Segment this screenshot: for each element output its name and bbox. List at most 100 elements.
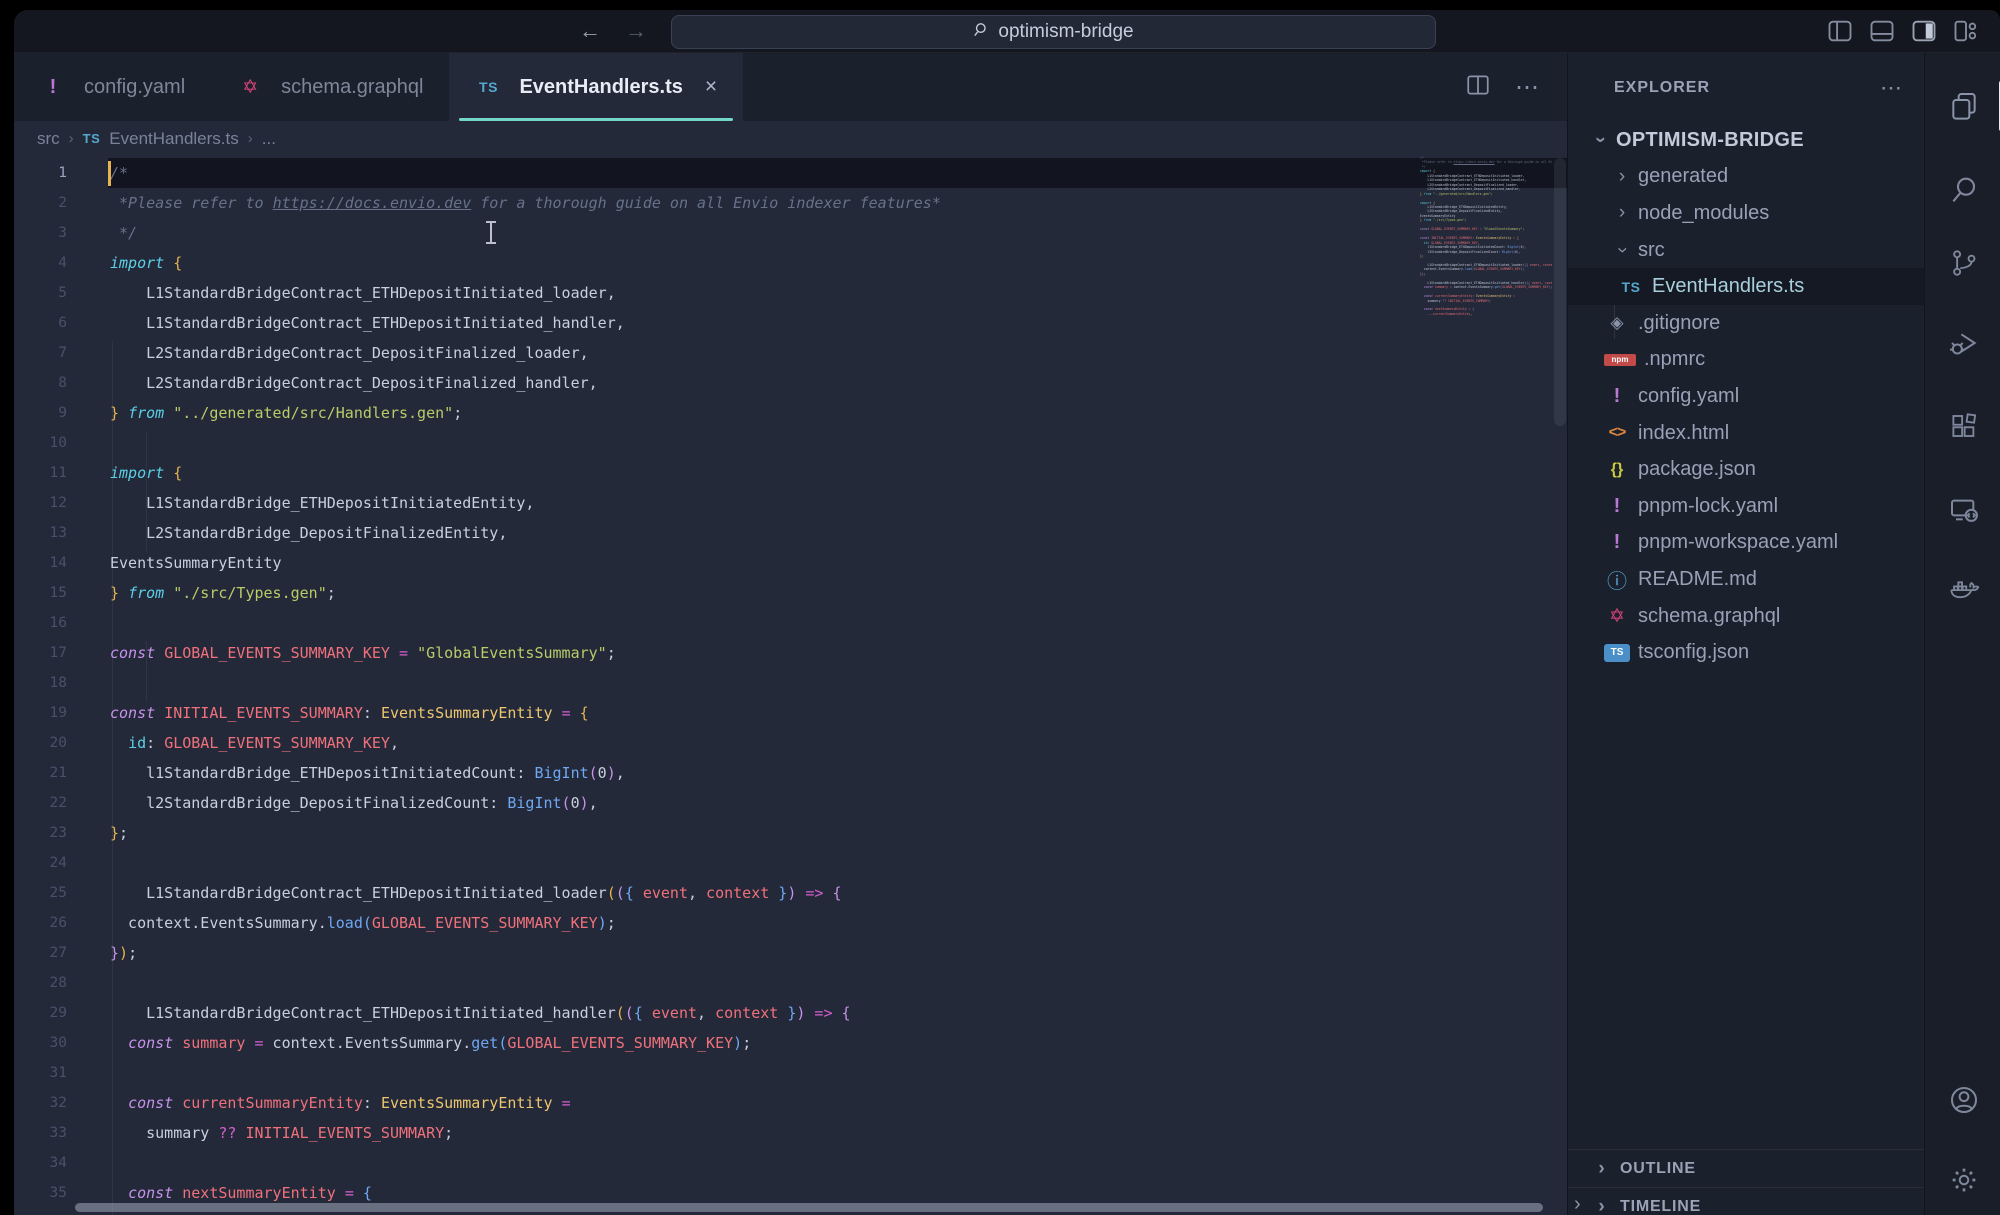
explorer-title: EXPLORER <box>1614 79 1710 97</box>
settings-icon[interactable] <box>1925 1160 2000 1200</box>
docker-icon[interactable] <box>1925 568 2000 608</box>
breadcrumb-separator-icon: › <box>248 130 253 147</box>
sidebar-item-src[interactable]: ›src <box>1568 232 1924 269</box>
tab-EventHandlers.ts[interactable]: TSEventHandlers.ts× <box>449 53 743 121</box>
line-number: 17 <box>14 638 67 668</box>
sidebar-item-config.yaml[interactable]: !config.yaml <box>1568 378 1924 415</box>
line-content: import { <box>110 248 182 278</box>
nav-back-button[interactable]: ← <box>573 14 607 48</box>
code-line-24[interactable]: 24 <box>14 848 1567 878</box>
code-line-2[interactable]: 2 *Please refer to https://docs.envio.de… <box>14 188 1567 218</box>
account-icon[interactable] <box>1925 1080 2000 1120</box>
code-line-5[interactable]: 5 L1StandardBridgeContract_ETHDepositIni… <box>14 278 1567 308</box>
code-line-20[interactable]: 20 id: GLOBAL_EVENTS_SUMMARY_KEY, <box>14 728 1567 758</box>
code-line-28[interactable]: 28 <box>14 968 1567 998</box>
code-line-33[interactable]: 33 summary ?? INITIAL_EVENTS_SUMMARY; <box>14 1118 1567 1148</box>
nav-forward-button[interactable]: → <box>619 14 653 48</box>
remote-explorer-icon[interactable] <box>1925 490 2000 530</box>
split-editor-icon[interactable] <box>1465 72 1491 103</box>
code-line-1[interactable]: 1/* <box>14 158 1567 188</box>
code-line-29[interactable]: 29 L1StandardBridgeContract_ETHDepositIn… <box>14 998 1567 1028</box>
code-line-19[interactable]: 19const INITIAL_EVENTS_SUMMARY: EventsSu… <box>14 698 1567 728</box>
code-line-21[interactable]: 21 l1StandardBridge_ETHDepositInitiatedC… <box>14 758 1567 788</box>
layout-sidebar-left-icon[interactable] <box>1826 17 1854 45</box>
layout-panel-icon[interactable] <box>1868 17 1896 45</box>
tab-config.yaml[interactable]: !config.yaml <box>14 53 211 121</box>
customize-layout-icon[interactable] <box>1952 17 1980 45</box>
horizontal-scrollbar[interactable] <box>75 1203 1543 1212</box>
code-line-11[interactable]: 11import { <box>14 458 1567 488</box>
code-editor[interactable]: 1/*2 *Please refer to https://docs.envio… <box>14 156 1567 1215</box>
search-value: optimism-bridge <box>998 21 1133 43</box>
sidebar-item-EventHandlers.ts[interactable]: TSEventHandlers.ts <box>1568 268 1924 305</box>
extensions-icon[interactable] <box>1925 406 2000 446</box>
sidebar-item-.npmrc[interactable]: npm .npmrc <box>1568 342 1924 379</box>
code-line-3[interactable]: 3 */ <box>14 218 1567 248</box>
breadcrumb-item[interactable]: src <box>37 129 60 149</box>
tab-schema.graphql[interactable]: ✡schema.graphql <box>211 53 449 121</box>
code-line-7[interactable]: 7 L2StandardBridgeContract_DepositFinali… <box>14 338 1567 368</box>
code-line-17[interactable]: 17const GLOBAL_EVENTS_SUMMARY_KEY = "Glo… <box>14 638 1567 668</box>
code-line-34[interactable]: 34 <box>14 1148 1567 1178</box>
code-line-30[interactable]: 30 const summary = context.EventsSummary… <box>14 1028 1567 1058</box>
code-line-18[interactable]: 18 <box>14 668 1567 698</box>
search-icon <box>973 21 990 44</box>
sidebar-item-OPTIMISM-BRIDGE[interactable]: ›OPTIMISM-BRIDGE <box>1568 122 1924 159</box>
code-line-14[interactable]: 14EventsSummaryEntity <box>14 548 1567 578</box>
section-outline[interactable]: ›OUTLINE <box>1568 1149 1924 1187</box>
line-number: 6 <box>14 308 67 338</box>
explorer-more-icon[interactable]: ⋯ <box>1880 75 1904 101</box>
code-line-31[interactable]: 31 <box>14 1058 1567 1088</box>
code-line-6[interactable]: 6 L1StandardBridgeContract_ETHDepositIni… <box>14 308 1567 338</box>
line-number: 10 <box>14 428 67 458</box>
source-control-icon[interactable] <box>1925 243 2000 283</box>
sidebar-item-node_modules[interactable]: ›node_modules <box>1568 195 1924 232</box>
code-line-32[interactable]: 32 const currentSummaryEntity: EventsSum… <box>14 1088 1567 1118</box>
sidebar-item-package.json[interactable]: {}package.json <box>1568 451 1924 488</box>
code-line-16[interactable]: 16 <box>14 608 1567 638</box>
sidebar-item-index.html[interactable]: <>index.html <box>1568 415 1924 452</box>
explorer-icon[interactable] <box>1925 86 2000 126</box>
item-label: src <box>1638 239 1665 262</box>
sidebar-item-schema.graphql[interactable]: ✡schema.graphql <box>1568 598 1924 635</box>
code-line-26[interactable]: 26 context.EventsSummary.load(GLOBAL_EVE… <box>14 908 1567 938</box>
sidebar-item-pnpm-lock.yaml[interactable]: !pnpm-lock.yaml <box>1568 488 1924 525</box>
more-actions-icon[interactable]: ⋯ <box>1515 73 1541 102</box>
sidebar-item-pnpm-workspace.yaml[interactable]: !pnpm-workspace.yaml <box>1568 525 1924 562</box>
sidebar-item-.gitignore[interactable]: ◈.gitignore <box>1568 305 1924 342</box>
breadcrumb[interactable]: src›TSEventHandlers.ts›... <box>14 121 1567 156</box>
line-number: 7 <box>14 338 67 368</box>
chevron-down-icon: › <box>1611 240 1633 260</box>
breadcrumb-item[interactable]: ... <box>262 129 276 149</box>
code-line-8[interactable]: 8 L2StandardBridgeContract_DepositFinali… <box>14 368 1567 398</box>
command-center-search[interactable]: optimism-bridge <box>671 15 1436 49</box>
code-line-22[interactable]: 22 l2StandardBridge_DepositFinalizedCoun… <box>14 788 1567 818</box>
line-number: 18 <box>14 668 67 698</box>
code-line-27[interactable]: 27}); <box>14 938 1567 968</box>
sidebar-item-tsconfig.json[interactable]: TStsconfig.json <box>1568 634 1924 671</box>
run-debug-icon[interactable] <box>1925 323 2000 363</box>
breadcrumb-item[interactable]: EventHandlers.ts <box>109 129 238 149</box>
vertical-scrollbar[interactable] <box>1554 158 1566 426</box>
close-tab-icon[interactable]: × <box>705 75 717 99</box>
ts-file-icon: TS <box>475 79 501 95</box>
section-timeline[interactable]: ›TIMELINE <box>1568 1187 1924 1215</box>
minimap[interactable]: /* *Please refer to https://docs.envio.d… <box>1420 156 1552 1215</box>
item-label: EventHandlers.ts <box>1652 275 1804 298</box>
code-line-15[interactable]: 15} from "./src/Types.gen"; <box>14 578 1567 608</box>
code-line-12[interactable]: 12 L1StandardBridge_ETHDepositInitiatedE… <box>14 488 1567 518</box>
line-number: 20 <box>14 728 67 758</box>
code-line-23[interactable]: 23}; <box>14 818 1567 848</box>
code-line-9[interactable]: 9} from "../generated/src/Handlers.gen"; <box>14 398 1567 428</box>
search-icon[interactable] <box>1925 170 2000 210</box>
layout-sidebar-right-icon[interactable] <box>1910 17 1938 45</box>
item-label: .npmrc <box>1644 348 1705 371</box>
code-line-4[interactable]: 4import { <box>14 248 1567 278</box>
sidebar-item-README.md[interactable]: ⓘREADME.md <box>1568 561 1924 598</box>
npm-file-icon: npm <box>1604 354 1636 366</box>
code-line-10[interactable]: 10 <box>14 428 1567 458</box>
sidebar-item-generated[interactable]: ›generated <box>1568 159 1924 196</box>
line-content: L1StandardBridgeContract_ETHDepositIniti… <box>110 278 616 308</box>
code-line-25[interactable]: 25 L1StandardBridgeContract_ETHDepositIn… <box>14 878 1567 908</box>
code-line-13[interactable]: 13 L2StandardBridge_DepositFinalizedEnti… <box>14 518 1567 548</box>
